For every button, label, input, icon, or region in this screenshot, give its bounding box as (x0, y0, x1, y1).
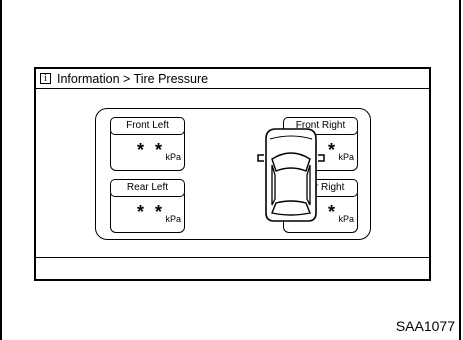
car-top-view-icon (257, 128, 325, 222)
tire-pressure-panel: Front Left * * kPa Front Right * * kPa R… (95, 108, 371, 240)
tire-rear-left: Rear Left * * kPa (110, 179, 185, 233)
tire-front-left: Front Left * * kPa (110, 117, 185, 171)
display-screen: i Information > Tire Pressure Front Left… (34, 67, 431, 281)
tire-pressure-unit: kPa (165, 152, 181, 162)
tire-label: Rear Left (110, 179, 185, 197)
tire-pressure-value: * * (136, 140, 165, 160)
screen-footer-bar (36, 257, 429, 279)
tire-pressure-unit: kPa (165, 214, 181, 224)
tire-pressure-unit: kPa (338, 152, 354, 162)
screen-header: i Information > Tire Pressure (36, 69, 429, 89)
tire-pressure-value: * * (136, 202, 165, 222)
tire-pressure-unit: kPa (338, 214, 354, 224)
breadcrumb: Information > Tire Pressure (57, 71, 209, 86)
info-icon: i (40, 73, 51, 84)
tire-label: Front Left (110, 117, 185, 135)
figure-code: SAA1077 (395, 318, 455, 334)
